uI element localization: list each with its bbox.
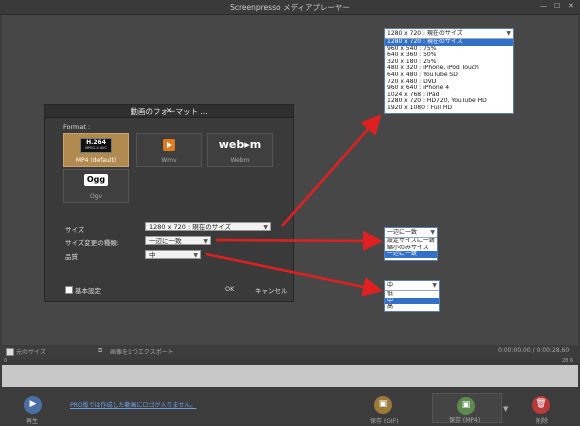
delete-label: 削除 <box>536 418 549 425</box>
actual-size-label: 元のサイズ <box>16 349 46 356</box>
timeline-track[interactable] <box>2 365 578 387</box>
export-frame-icon[interactable]: ⧉ <box>98 347 102 355</box>
save-mp4-button[interactable]: ▣ 保存 (MP4) <box>432 393 502 424</box>
save-mp4-label: 保存 (MP4) <box>449 417 481 424</box>
export-frame-button[interactable]: 画像を1つエクスポート <box>110 347 174 356</box>
save-dropdown-chevron-icon[interactable]: ▼ <box>503 405 508 413</box>
arrow-resize <box>215 230 383 251</box>
play-label: 再生 <box>26 418 39 425</box>
save-gif-label: 保存 (GIF) <box>370 418 399 425</box>
player-controls: 元のサイズ ⧉ 画像を1つエクスポート 0:00:00.00 / 0:00:28… <box>0 345 580 426</box>
timecode: 0:00:00.00 / 0:00:28.60 <box>498 347 570 354</box>
play-icon: ▶ <box>29 399 37 409</box>
save-icon: ▣ <box>378 399 388 409</box>
pro-promo-link[interactable]: PRO版では作成した動画にロゴが入りません。 <box>70 400 196 409</box>
arrow-quality <box>205 252 383 297</box>
arrow-size <box>281 114 382 227</box>
delete-button[interactable]: 🗑 <box>532 396 550 414</box>
save-icon: ▣ <box>457 397 475 415</box>
trash-icon: 🗑 <box>535 399 547 409</box>
timeline-ruler: 0 28.6 <box>2 358 578 364</box>
save-gif-button[interactable]: ▣ <box>374 396 392 414</box>
play-button[interactable]: ▶ <box>24 396 42 414</box>
actual-size-checkbox[interactable] <box>6 348 14 356</box>
